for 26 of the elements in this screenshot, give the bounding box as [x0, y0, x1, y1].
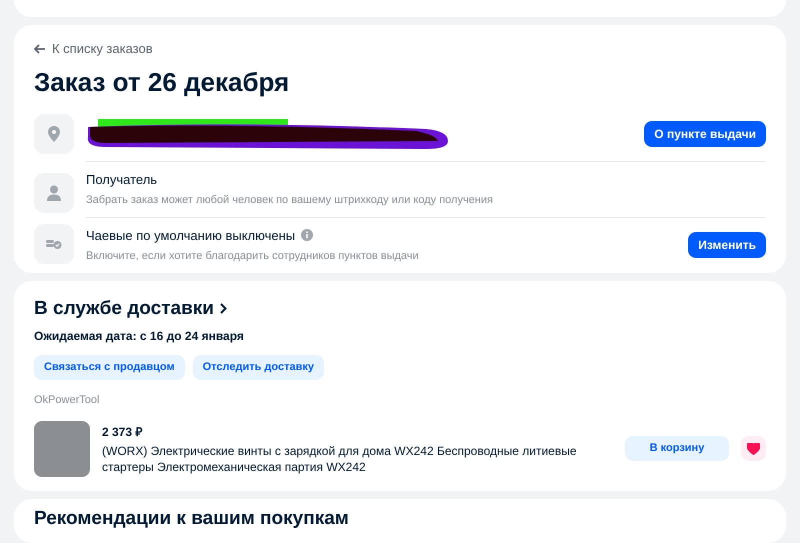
chevron-right-icon — [220, 303, 227, 314]
recommendations-title: Рекомендации к вашим покупкам — [34, 506, 350, 530]
expected-date: Ожидаемая дата: с 16 до 24 января — [34, 328, 245, 345]
item-price: 2 373 ₽ — [102, 424, 144, 440]
photo-placeholder — [34, 420, 90, 476]
location-pin-icon — [34, 114, 74, 154]
arrow-left-icon — [34, 44, 46, 54]
tips-title: Чаевые по умолчанию выключены — [86, 226, 296, 245]
coins-icon — [34, 224, 74, 264]
change-button[interactable]: Изменить — [688, 232, 766, 258]
heart-icon — [747, 442, 760, 454]
seller-name: OkPowerTool — [34, 393, 100, 408]
info-icon[interactable] — [301, 229, 314, 242]
favorite-button[interactable] — [741, 436, 766, 461]
recipient-title: Получатель — [86, 170, 158, 189]
add-to-cart-button[interactable]: В корзину — [625, 436, 729, 461]
item-name: (WORX) Электрические винты с зарядкой для дома WX242 Беспроводные литиевые стартеры Электромеханическая партия WX242 — [102, 442, 578, 474]
back-link[interactable]: К списку заказов — [34, 39, 153, 58]
recipient-subtitle: Забрать заказ может любой человек по вашему штрихкоду или коду получения — [86, 193, 494, 208]
tips-subtitle: Включите, если хотите благодарить сотрудников пунктов выдачи — [86, 249, 419, 264]
action-button[interactable]: Отследить доставку — [192, 355, 324, 380]
pickup-info-button[interactable]: О пункте выдачи — [644, 120, 766, 146]
action-button[interactable]: Связаться с продавцом — [34, 355, 185, 380]
delivery-status-link[interactable]: В службе доставки — [34, 294, 227, 323]
person-icon — [34, 172, 74, 212]
order-title: Заказ от 26 декабря — [34, 66, 290, 98]
